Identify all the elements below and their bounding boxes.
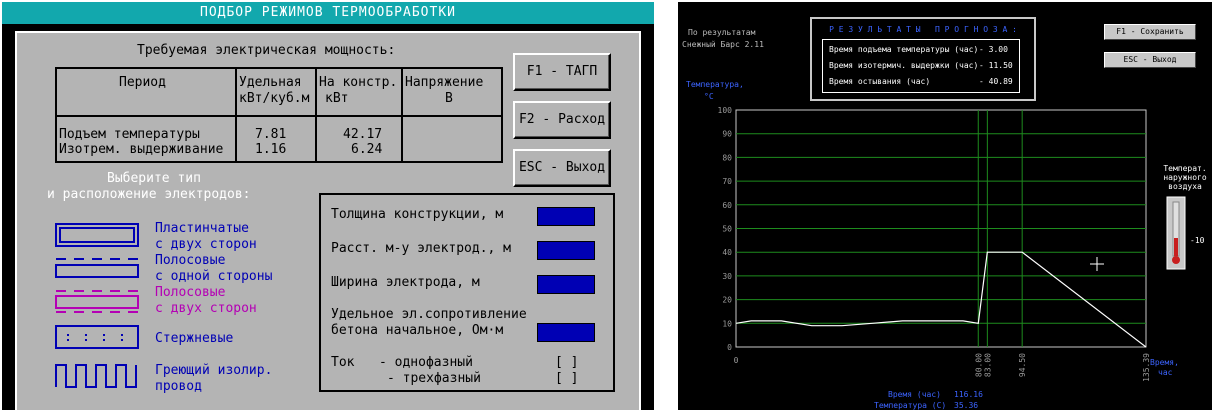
- temperature-chart: 01020304050607080901000 80.00 83.00 94.50 13…: [718, 106, 1151, 382]
- thermometer-value: -10: [1190, 236, 1205, 245]
- y-tick-label: 70: [722, 177, 732, 186]
- y-tick-label: 30: [722, 272, 732, 281]
- x-tick-label: 80.00: [974, 353, 983, 377]
- current-label: Ток: [331, 355, 355, 370]
- distance-label: Расст. м-у электрод., м: [331, 241, 512, 256]
- electrode-strip2-label[interactable]: Полосовые: [155, 285, 225, 300]
- x-tick-label: 0: [734, 356, 739, 365]
- electrode-plate-sub[interactable]: с двух сторон: [155, 237, 257, 252]
- electrode-wire-sub[interactable]: провод: [155, 379, 202, 394]
- header-construct: На констр.: [319, 75, 398, 90]
- single-phase-checkbox[interactable]: [ ]: [555, 355, 578, 370]
- cursor-time-value: 116.16: [954, 390, 983, 399]
- required-power-heading: Требуемая электрическая мощность:: [137, 43, 396, 58]
- resistivity-label-2: бетона начальное, Ом·м: [331, 323, 504, 338]
- y-tick-label: 60: [722, 201, 732, 210]
- electrode-plate-label[interactable]: Пластинчатые: [155, 221, 249, 236]
- row-period-0: Подъем температуры: [59, 127, 200, 142]
- header-specific-unit: кВт/куб.м: [239, 91, 310, 106]
- width-field[interactable]: [537, 275, 595, 294]
- forecast-window: По результатам Снежный Барс 2.11 Р Е З У…: [678, 2, 1212, 410]
- header-construct-unit: кВт: [325, 91, 349, 106]
- row-specific-0: 7.81: [255, 127, 287, 142]
- cursor-temp-label: Температура (С): [874, 401, 947, 410]
- y-tick-label: 50: [722, 225, 732, 234]
- thermal-treatment-window: ПОДБОР РЕЖИМОВ ТЕРМООБРАБОТКИ Требуемая …: [2, 2, 654, 412]
- strip-one-side-icon[interactable]: [55, 257, 139, 279]
- thermometer-icon[interactable]: [1166, 196, 1186, 270]
- single-phase-label: - однофазный: [379, 355, 473, 370]
- x-tick-label: 94.50: [1018, 353, 1027, 377]
- row-construct-0: 42.17: [343, 127, 383, 142]
- header-specific: Удельная: [239, 75, 302, 90]
- f1-tagp-button[interactable]: F1 - ТАГП: [513, 53, 611, 91]
- resistivity-field[interactable]: [537, 323, 595, 342]
- width-label: Ширина электрода, м: [331, 275, 480, 290]
- row-period-1: Изотрем. выдерживание: [59, 142, 224, 157]
- thickness-label: Толщина конструкции, м: [331, 207, 504, 222]
- electrode-wire-label[interactable]: Греющий изолир.: [155, 363, 272, 378]
- rod-electrode-icon[interactable]: [55, 325, 139, 349]
- strip-two-sides-icon[interactable]: [55, 289, 139, 313]
- y-tick-label: 100: [718, 106, 733, 115]
- window-title: ПОДБОР РЕЖИМОВ ТЕРМООБРАБОТКИ: [2, 2, 654, 24]
- header-voltage: Напряжение: [405, 75, 484, 90]
- electrode-strip1-sub[interactable]: с одной стороны: [155, 269, 272, 284]
- electrode-prompt-2: и расположение электродов:: [47, 187, 251, 202]
- distance-field[interactable]: [537, 241, 595, 260]
- y-tick-label: 40: [722, 248, 732, 257]
- y-tick-label: 90: [722, 130, 732, 139]
- three-phase-checkbox[interactable]: [ ]: [555, 371, 578, 386]
- resistivity-label: Удельное эл.сопротивление: [331, 307, 527, 322]
- main-panel: Требуемая электрическая мощность: Период…: [15, 31, 641, 412]
- outside-temp-label-2: наружного: [1163, 173, 1207, 182]
- power-table: Период Удельная кВт/куб.м На констр. кВт…: [55, 67, 503, 163]
- header-voltage-unit: В: [445, 91, 453, 106]
- electrode-rod-label[interactable]: Стержневые: [155, 331, 233, 346]
- heating-wire-icon[interactable]: [55, 363, 139, 389]
- cursor-temp-value: 35.36: [954, 401, 979, 410]
- header-period: Период: [119, 75, 166, 90]
- y-tick-label: 0: [727, 343, 732, 352]
- electrode-strip2-sub[interactable]: с двух сторон: [155, 301, 257, 316]
- row-specific-1: 1.16: [255, 142, 287, 157]
- electrode-prompt: Выберите тип: [107, 171, 201, 186]
- cursor-time-label: Время (час): [888, 390, 941, 399]
- y-tick-label: 20: [722, 296, 732, 305]
- x-tick-label: 83.00: [983, 353, 992, 377]
- f2-consumption-button[interactable]: F2 - Расход: [513, 101, 611, 139]
- construction-params-box: Толщина конструкции, м Расст. м-у электр…: [319, 193, 615, 392]
- y-tick-label: 10: [722, 319, 732, 328]
- text-cursor: [642, 396, 652, 410]
- electrode-strip1-label[interactable]: Полосовые: [155, 253, 225, 268]
- x-axis-label: Время,: [1150, 358, 1179, 367]
- plate-electrode-icon[interactable]: [55, 223, 139, 247]
- esc-exit-button[interactable]: ESC - Выход: [513, 149, 611, 187]
- outside-temp-label: Температ.: [1163, 164, 1207, 173]
- x-axis-unit: час: [1158, 368, 1173, 377]
- thickness-field[interactable]: [537, 207, 595, 226]
- row-construct-1: 6.24: [351, 142, 383, 157]
- outside-temp-label-3: воздуха: [1168, 182, 1202, 191]
- y-tick-label: 80: [722, 153, 732, 162]
- three-phase-label: - трехфазный: [387, 371, 481, 386]
